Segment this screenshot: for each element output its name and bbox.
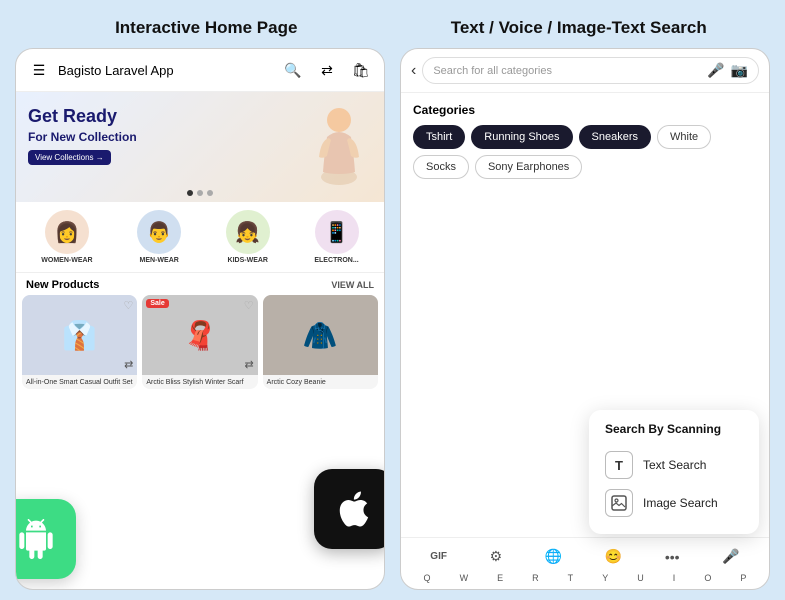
tag-socks[interactable]: Socks — [413, 155, 469, 179]
cat-women-label: WOMEN-WEAR — [41, 257, 92, 264]
left-panel-title: Interactive Home Page — [20, 18, 393, 38]
tag-sony-earphones[interactable]: Sony Earphones — [475, 155, 582, 179]
category-women[interactable]: 👩 WOMEN-WEAR — [41, 210, 92, 264]
new-products-header: New Products VIEW ALL — [16, 273, 384, 295]
image-search-option[interactable]: Image Search — [605, 484, 743, 522]
camera-icon[interactable]: 📷 — [731, 62, 748, 79]
product-name-2: Arctic Bliss Stylish Winter Scarf — [142, 375, 257, 389]
product-name-1: All-in-One Smart Casual Outfit Set — [22, 375, 137, 389]
exchange-icon[interactable]: ⇄ — [314, 57, 340, 83]
text-search-option[interactable]: T Text Search — [605, 446, 743, 484]
text-search-label: Text Search — [643, 458, 706, 472]
phone-header: ☰ Bagisto Laravel App 🔍 ⇄ 🛍 — [16, 49, 384, 92]
exchange-icon-2[interactable]: ⇄ — [244, 358, 253, 371]
product-grid: 👔 ♡ ⇄ All-in-One Smart Casual Outfit Set… — [16, 295, 384, 389]
image-search-label: Image Search — [643, 496, 718, 510]
header-icons: 🔍 ⇄ 🛍 — [280, 57, 374, 83]
product-img-2: Sale 🧣 ♡ ⇄ — [142, 295, 257, 375]
emoji-icon[interactable]: 😊 — [605, 548, 622, 565]
bag-icon[interactable]: 🛍 — [348, 57, 374, 83]
product-img-1: 👔 ♡ ⇄ — [22, 295, 137, 375]
categories-section: Categories Tshirt Running Shoes Sneakers… — [401, 93, 769, 185]
keyboard-toolbar: GIF ⚙ 🌐 😊 ••• 🎤 — [409, 544, 761, 569]
key-w[interactable]: W — [460, 573, 469, 583]
keyboard-area: GIF ⚙ 🌐 😊 ••• 🎤 Q W E R T Y U I O P — [401, 537, 769, 589]
product-card-1[interactable]: 👔 ♡ ⇄ All-in-One Smart Casual Outfit Set — [22, 295, 137, 389]
key-q[interactable]: Q — [424, 573, 431, 583]
banner-dots — [187, 190, 213, 196]
gif-button[interactable]: GIF — [430, 551, 447, 562]
tag-tshirt[interactable]: Tshirt — [413, 125, 465, 149]
sale-badge: Sale — [146, 299, 168, 308]
category-kids[interactable]: 👧 KIDS-WEAR — [226, 210, 270, 264]
category-men[interactable]: 👨 MEN-WEAR — [137, 210, 181, 264]
text-search-icon: T — [605, 451, 633, 479]
search-header: ‹ Search for all categories 🎤 📷 — [401, 49, 769, 93]
categories-section-title: Categories — [413, 103, 757, 117]
key-i[interactable]: I — [673, 573, 676, 583]
new-products-title: New Products — [26, 279, 99, 291]
view-all-link[interactable]: VIEW ALL — [331, 280, 374, 290]
product-img-3: 🧥 — [263, 295, 378, 375]
heart-icon-1[interactable]: ♡ — [123, 299, 133, 312]
app-title: Bagisto Laravel App — [58, 63, 274, 78]
hamburger-icon[interactable]: ☰ — [26, 57, 52, 83]
product-card-2[interactable]: Sale 🧣 ♡ ⇄ Arctic Bliss Stylish Winter S… — [142, 295, 257, 389]
key-p[interactable]: P — [740, 573, 746, 583]
banner: Get Ready For New Collection View Collec… — [16, 92, 384, 202]
cat-men-img: 👨 — [137, 210, 181, 254]
search-icon[interactable]: 🔍 — [280, 57, 306, 83]
product-card-3[interactable]: 🧥 Arctic Cozy Beanie — [263, 295, 378, 389]
key-y[interactable]: Y — [602, 573, 608, 583]
key-e[interactable]: E — [497, 573, 503, 583]
key-r[interactable]: R — [532, 573, 539, 583]
key-t[interactable]: T — [568, 573, 574, 583]
android-badge[interactable] — [15, 499, 76, 579]
cat-men-label: MEN-WEAR — [140, 257, 179, 264]
more-icon[interactable]: ••• — [665, 549, 680, 565]
cat-elec-img: 📱 — [315, 210, 359, 254]
key-o[interactable]: O — [704, 573, 711, 583]
tag-sneakers[interactable]: Sneakers — [579, 125, 651, 149]
tag-running-shoes[interactable]: Running Shoes — [471, 125, 572, 149]
cat-kids-img: 👧 — [226, 210, 270, 254]
exchange-icon-1[interactable]: ⇄ — [124, 358, 133, 371]
translate-icon[interactable]: 🌐 — [545, 548, 562, 565]
scanning-dropdown-title: Search By Scanning — [605, 422, 743, 436]
product-name-3: Arctic Cozy Beanie — [263, 375, 378, 389]
image-search-icon — [605, 489, 633, 517]
tags-row: Tshirt Running Shoes Sneakers White Sock… — [413, 125, 757, 179]
banner-figure — [304, 92, 374, 202]
settings-icon[interactable]: ⚙ — [490, 548, 503, 565]
right-panel-title: Text / Voice / Image-Text Search — [393, 18, 766, 38]
cat-elec-label: ELECTRON... — [314, 257, 358, 264]
scanning-dropdown: Search By Scanning T Text Search Image S… — [589, 410, 759, 534]
search-bar[interactable]: Search for all categories 🎤 📷 — [422, 57, 759, 84]
heart-icon-2[interactable]: ♡ — [244, 299, 254, 312]
key-u[interactable]: U — [637, 573, 644, 583]
cat-women-img: 👩 — [45, 210, 89, 254]
back-arrow-icon[interactable]: ‹ — [411, 62, 416, 80]
category-electronics[interactable]: 📱 ELECTRON... — [314, 210, 358, 264]
tag-white[interactable]: White — [657, 125, 711, 149]
apple-badge[interactable] — [314, 469, 385, 549]
categories-row: 👩 WOMEN-WEAR 👨 MEN-WEAR 👧 KIDS-WEAR 📱 EL… — [16, 202, 384, 273]
banner-button[interactable]: View Collections → — [28, 150, 111, 165]
right-phone: ‹ Search for all categories 🎤 📷 Categori… — [400, 48, 770, 590]
voice-icon[interactable]: 🎤 — [722, 548, 739, 565]
cat-kids-label: KIDS-WEAR — [228, 257, 268, 264]
mic-icon[interactable]: 🎤 — [707, 62, 724, 79]
keyboard-keys-row: Q W E R T Y U I O P — [409, 573, 761, 583]
search-placeholder: Search for all categories — [433, 65, 701, 77]
left-phone: ☰ Bagisto Laravel App 🔍 ⇄ 🛍 Get Ready Fo… — [15, 48, 385, 590]
